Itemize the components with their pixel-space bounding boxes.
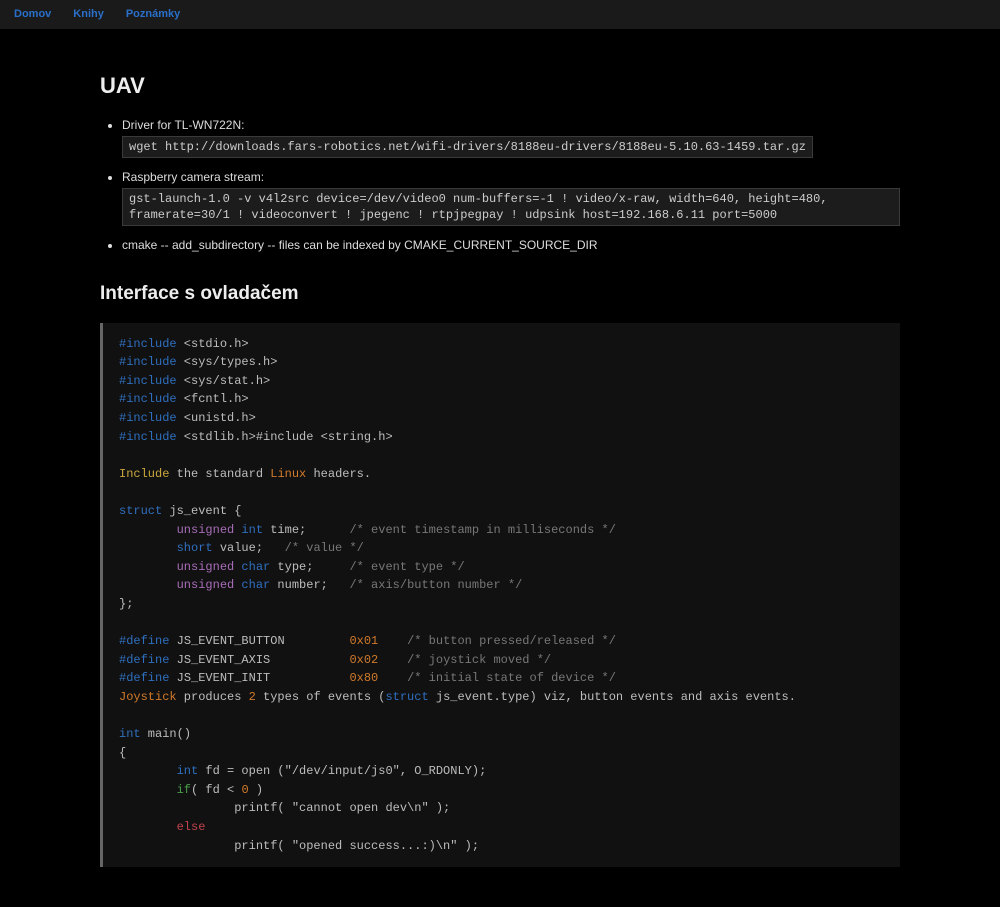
token-hex: 0x80 [349,671,378,685]
token-text: fd = open ("/dev/input/js0", O_RDONLY); [198,764,486,778]
content: UAV Driver for TL-WN722N: wget http://do… [0,29,1000,907]
token-text: ( fd < [191,783,241,797]
token-text: the standard [169,467,270,481]
driver-label: Driver for TL-WN722N: [122,118,244,132]
token-int: int [119,727,141,741]
token-header: <fcntl.h> [177,392,249,406]
token-text: time; [263,523,349,537]
token-hex: 0x02 [349,653,378,667]
token-num: 0 [241,783,248,797]
token-struct: struct [119,504,162,518]
notes-list: Driver for TL-WN722N: wget http://downlo… [100,116,900,255]
token-char: char [241,578,270,592]
token-text: printf( "opened success...:)\n" ); [119,839,479,853]
token-header: <sys/stat.h> [177,374,271,388]
token-int: int [241,523,263,537]
token-include: #include [119,355,177,369]
token-text: JS_EVENT_INIT [169,671,349,685]
token-define: #define [119,653,169,667]
code-block: #include <stdio.h> #include <sys/types.h… [100,323,900,868]
token-num: 2 [249,690,256,704]
section-title-interface: Interface s ovladačem [100,280,900,309]
token-text: JS_EVENT_BUTTON [169,634,349,648]
token-define: #define [119,671,169,685]
token-comment: /* event type */ [349,560,464,574]
driver-command: wget http://downloads.fars-robotics.net/… [122,136,813,158]
token-include: #include [119,392,177,406]
token-text: ) [249,783,263,797]
token-if: if [177,783,191,797]
token-text: value; [213,541,285,555]
token-text: types of events ( [256,690,386,704]
token-int: int [177,764,199,778]
token-text: JS_EVENT_AXIS [169,653,349,667]
token-text: type; [270,560,349,574]
token-define: #define [119,634,169,648]
token-header: <stdlib.h>#include <string.h> [177,430,393,444]
token-include: #include [119,430,177,444]
nav-home[interactable]: Domov [14,6,51,23]
token-text: number; [270,578,349,592]
token-header: <unistd.h> [177,411,256,425]
token-text: printf( "cannot open dev\n" ); [119,801,450,815]
token-unsigned: unsigned [177,523,235,537]
navbar: Domov Knihy Poznámky [0,0,1000,29]
token-header: <sys/types.h> [177,355,278,369]
token-text: js_event.type) viz, button events and ax… [429,690,796,704]
token-text: js_event { [162,504,241,518]
token-joystick: Joystick [119,690,177,704]
token-struct: struct [385,690,428,704]
list-item: cmake -- add_subdirectory -- files can b… [122,236,900,254]
token-unsigned: unsigned [177,578,235,592]
token-text: { [119,746,126,760]
token-text: headers. [306,467,371,481]
token-char: char [241,560,270,574]
camera-label: Raspberry camera stream: [122,170,264,184]
token-header: <stdio.h> [177,337,249,351]
token-comment: /* button pressed/released */ [378,634,616,648]
token-comment: /* initial state of device */ [378,671,616,685]
token-comment: /* value */ [285,541,364,555]
nav-notes[interactable]: Poznámky [126,6,180,23]
token-linux: Linux [270,467,306,481]
token-include: #include [119,411,177,425]
token-text: produces [177,690,249,704]
cmake-note: cmake -- add_subdirectory -- files can b… [122,238,598,252]
token-text: }; [119,597,133,611]
token-unsigned: unsigned [177,560,235,574]
page-title: UAV [100,69,900,102]
token-comment: /* axis/button number */ [349,578,522,592]
token-include: #include [119,337,177,351]
token-else: else [177,820,206,834]
token-short: short [177,541,213,555]
token-hex: 0x01 [349,634,378,648]
token-include-word: Include [119,467,169,481]
token-include: #include [119,374,177,388]
token-text: main() [141,727,191,741]
list-item: Driver for TL-WN722N: wget http://downlo… [122,116,900,158]
list-item: Raspberry camera stream: gst-launch-1.0 … [122,168,900,226]
camera-command: gst-launch-1.0 -v v4l2src device=/dev/vi… [122,188,900,226]
token-comment: /* event timestamp in milliseconds */ [349,523,615,537]
token-comment: /* joystick moved */ [378,653,551,667]
nav-books[interactable]: Knihy [73,6,104,23]
